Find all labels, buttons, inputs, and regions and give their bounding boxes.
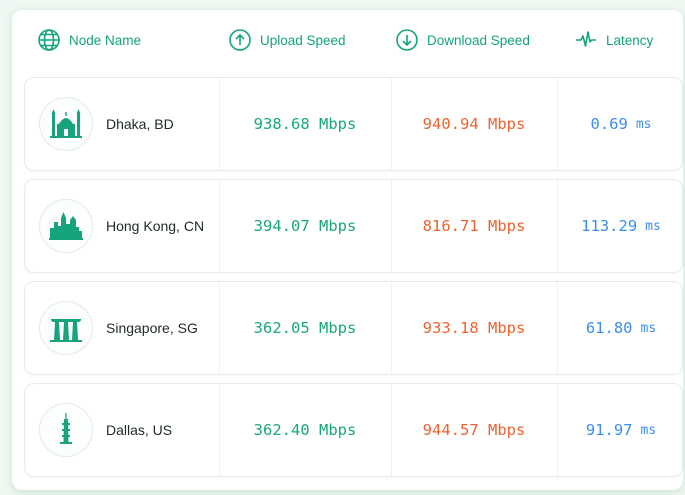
upload-speed: 362.05 Mbps <box>253 319 357 337</box>
header-upload: Upload Speed <box>228 26 346 54</box>
latency-unit: ms <box>635 116 652 132</box>
download-speed: 944.57 Mbps <box>422 421 526 439</box>
node-name: Dhaka, BD <box>106 116 174 132</box>
latency-number: 113.29 <box>581 217 638 235</box>
header-node-label: Node Name <box>69 32 142 48</box>
download-speed: 933.18 Mbps <box>422 319 526 337</box>
mosque-icon <box>39 97 93 151</box>
latency-value: 113.29 ms <box>558 180 684 272</box>
tower-icon <box>39 403 93 457</box>
header-download-label: Download Speed <box>427 32 530 48</box>
latency-unit: ms <box>640 320 657 336</box>
header-latency-label: Latency <box>606 32 654 48</box>
node-name: Singapore, SG <box>106 320 198 336</box>
latency-unit: ms <box>645 218 661 234</box>
globe-icon <box>38 29 60 51</box>
upload-speed: 394.07 Mbps <box>253 217 357 235</box>
latency-value: 91.97 ms <box>558 384 684 476</box>
node-name: Dallas, US <box>106 422 173 438</box>
node-cell: Dallas, US <box>39 384 172 476</box>
table-row: Hong Kong, CN 394.07 Mbps 816.71 Mbps 11… <box>24 179 683 273</box>
node-cell: Dhaka, BD <box>39 78 174 170</box>
header-latency: Latency <box>574 26 653 54</box>
download-speed: 940.94 Mbps <box>422 115 526 133</box>
latency-unit: ms <box>640 422 657 438</box>
upload-arrow-icon <box>229 29 251 51</box>
latency-number: 91.97 <box>585 421 633 439</box>
latency-number: 0.69 <box>590 115 628 133</box>
header-upload-label: Upload Speed <box>260 32 346 48</box>
pulse-icon <box>576 31 596 47</box>
upload-speed: 362.40 Mbps <box>253 421 357 439</box>
table-row: Dhaka, BD 938.68 Mbps 940.94 Mbps 0.69 ms <box>24 77 683 171</box>
speedtest-card: Node Name Upload Speed Download Speed La… <box>12 10 683 490</box>
skyline-icon <box>39 199 93 253</box>
table-header: Node Name Upload Speed Download Speed La… <box>12 10 683 70</box>
header-download: Download Speed <box>395 26 530 54</box>
node-name: Hong Kong, CN <box>106 218 205 234</box>
upload-speed: 938.68 Mbps <box>253 115 357 133</box>
header-node-name: Node Name <box>37 26 141 54</box>
latency-value: 61.80 ms <box>558 282 684 374</box>
node-cell: Singapore, SG <box>39 282 198 374</box>
table-row: Dallas, US 362.40 Mbps 944.57 Mbps 91.97… <box>24 383 683 477</box>
download-arrow-icon <box>396 29 418 51</box>
marina-bay-icon <box>39 301 93 355</box>
latency-value: 0.69 ms <box>558 78 684 170</box>
table-row: Singapore, SG 362.05 Mbps 933.18 Mbps 61… <box>24 281 683 375</box>
latency-number: 61.80 <box>585 319 633 337</box>
download-speed: 816.71 Mbps <box>422 217 526 235</box>
node-cell: Hong Kong, CN <box>39 180 204 272</box>
